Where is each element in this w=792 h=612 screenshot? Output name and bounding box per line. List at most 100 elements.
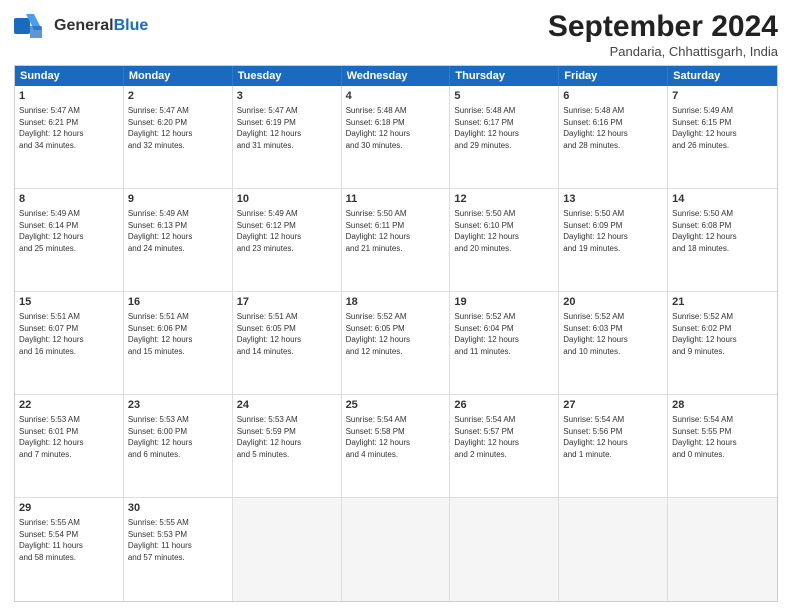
day-info-10: Sunrise: 5:49 AMSunset: 6:12 PMDaylight:… [237, 209, 301, 253]
day-info-9: Sunrise: 5:49 AMSunset: 6:13 PMDaylight:… [128, 209, 192, 253]
day-info-25: Sunrise: 5:54 AMSunset: 5:58 PMDaylight:… [346, 415, 410, 459]
day-number-27: 27 [563, 398, 663, 413]
day-info-5: Sunrise: 5:48 AMSunset: 6:17 PMDaylight:… [454, 106, 518, 150]
day-17: 17 Sunrise: 5:51 AMSunset: 6:05 PMDaylig… [233, 292, 342, 394]
day-empty-2 [342, 498, 451, 601]
day-number-25: 25 [346, 398, 446, 413]
week-row-3: 15 Sunrise: 5:51 AMSunset: 6:07 PMDaylig… [15, 292, 777, 395]
day-25: 25 Sunrise: 5:54 AMSunset: 5:58 PMDaylig… [342, 395, 451, 497]
day-8: 8 Sunrise: 5:49 AMSunset: 6:14 PMDayligh… [15, 189, 124, 291]
day-23: 23 Sunrise: 5:53 AMSunset: 6:00 PMDaylig… [124, 395, 233, 497]
day-info-24: Sunrise: 5:53 AMSunset: 5:59 PMDaylight:… [237, 415, 301, 459]
day-16: 16 Sunrise: 5:51 AMSunset: 6:06 PMDaylig… [124, 292, 233, 394]
day-number-28: 28 [672, 398, 773, 413]
day-empty-4 [559, 498, 668, 601]
day-number-26: 26 [454, 398, 554, 413]
logo-general: General [54, 17, 114, 34]
week-row-5: 29 Sunrise: 5:55 AMSunset: 5:54 PMDaylig… [15, 498, 777, 601]
day-number-16: 16 [128, 295, 228, 310]
day-1: 1 Sunrise: 5:47 AMSunset: 6:21 PMDayligh… [15, 86, 124, 188]
week-row-4: 22 Sunrise: 5:53 AMSunset: 6:01 PMDaylig… [15, 395, 777, 498]
week-row-2: 8 Sunrise: 5:49 AMSunset: 6:14 PMDayligh… [15, 189, 777, 292]
day-number-19: 19 [454, 295, 554, 310]
calendar-header: Sunday Monday Tuesday Wednesday Thursday… [15, 66, 777, 86]
day-30: 30 Sunrise: 5:55 AMSunset: 5:53 PMDaylig… [124, 498, 233, 601]
day-info-28: Sunrise: 5:54 AMSunset: 5:55 PMDaylight:… [672, 415, 736, 459]
day-29: 29 Sunrise: 5:55 AMSunset: 5:54 PMDaylig… [15, 498, 124, 601]
day-info-15: Sunrise: 5:51 AMSunset: 6:07 PMDaylight:… [19, 312, 83, 356]
day-number-11: 11 [346, 192, 446, 207]
day-info-3: Sunrise: 5:47 AMSunset: 6:19 PMDaylight:… [237, 106, 301, 150]
day-13: 13 Sunrise: 5:50 AMSunset: 6:09 PMDaylig… [559, 189, 668, 291]
page: GeneralBlue September 2024 Pandaria, Chh… [0, 0, 792, 612]
day-info-20: Sunrise: 5:52 AMSunset: 6:03 PMDaylight:… [563, 312, 627, 356]
day-number-7: 7 [672, 89, 773, 104]
calendar: Sunday Monday Tuesday Wednesday Thursday… [14, 65, 778, 602]
day-number-20: 20 [563, 295, 663, 310]
day-24: 24 Sunrise: 5:53 AMSunset: 5:59 PMDaylig… [233, 395, 342, 497]
logo: GeneralBlue [14, 10, 148, 42]
day-22: 22 Sunrise: 5:53 AMSunset: 6:01 PMDaylig… [15, 395, 124, 497]
day-10: 10 Sunrise: 5:49 AMSunset: 6:12 PMDaylig… [233, 189, 342, 291]
day-info-29: Sunrise: 5:55 AMSunset: 5:54 PMDaylight:… [19, 518, 83, 562]
header-wednesday: Wednesday [342, 66, 451, 86]
day-empty-1 [233, 498, 342, 601]
day-number-29: 29 [19, 501, 119, 516]
day-9: 9 Sunrise: 5:49 AMSunset: 6:13 PMDayligh… [124, 189, 233, 291]
day-number-30: 30 [128, 501, 228, 516]
day-number-3: 3 [237, 89, 337, 104]
day-19: 19 Sunrise: 5:52 AMSunset: 6:04 PMDaylig… [450, 292, 559, 394]
logo-icon [14, 10, 50, 42]
day-info-27: Sunrise: 5:54 AMSunset: 5:56 PMDaylight:… [563, 415, 627, 459]
day-number-6: 6 [563, 89, 663, 104]
day-27: 27 Sunrise: 5:54 AMSunset: 5:56 PMDaylig… [559, 395, 668, 497]
header-tuesday: Tuesday [233, 66, 342, 86]
header-saturday: Saturday [668, 66, 777, 86]
day-number-22: 22 [19, 398, 119, 413]
day-number-10: 10 [237, 192, 337, 207]
day-18: 18 Sunrise: 5:52 AMSunset: 6:05 PMDaylig… [342, 292, 451, 394]
day-number-17: 17 [237, 295, 337, 310]
day-number-8: 8 [19, 192, 119, 207]
day-4: 4 Sunrise: 5:48 AMSunset: 6:18 PMDayligh… [342, 86, 451, 188]
day-5: 5 Sunrise: 5:48 AMSunset: 6:17 PMDayligh… [450, 86, 559, 188]
month-title: September 2024 [548, 10, 778, 44]
header-friday: Friday [559, 66, 668, 86]
logo-blue: Blue [114, 17, 149, 34]
day-empty-3 [450, 498, 559, 601]
day-info-11: Sunrise: 5:50 AMSunset: 6:11 PMDaylight:… [346, 209, 410, 253]
day-info-13: Sunrise: 5:50 AMSunset: 6:09 PMDaylight:… [563, 209, 627, 253]
day-26: 26 Sunrise: 5:54 AMSunset: 5:57 PMDaylig… [450, 395, 559, 497]
day-info-23: Sunrise: 5:53 AMSunset: 6:00 PMDaylight:… [128, 415, 192, 459]
header-monday: Monday [124, 66, 233, 86]
day-number-2: 2 [128, 89, 228, 104]
header-thursday: Thursday [450, 66, 559, 86]
day-number-14: 14 [672, 192, 773, 207]
day-7: 7 Sunrise: 5:49 AMSunset: 6:15 PMDayligh… [668, 86, 777, 188]
day-info-14: Sunrise: 5:50 AMSunset: 6:08 PMDaylight:… [672, 209, 736, 253]
day-3: 3 Sunrise: 5:47 AMSunset: 6:19 PMDayligh… [233, 86, 342, 188]
day-28: 28 Sunrise: 5:54 AMSunset: 5:55 PMDaylig… [668, 395, 777, 497]
day-info-16: Sunrise: 5:51 AMSunset: 6:06 PMDaylight:… [128, 312, 192, 356]
day-empty-5 [668, 498, 777, 601]
day-info-30: Sunrise: 5:55 AMSunset: 5:53 PMDaylight:… [128, 518, 192, 562]
title-area: September 2024 Pandaria, Chhattisgarh, I… [548, 10, 778, 59]
day-info-6: Sunrise: 5:48 AMSunset: 6:16 PMDaylight:… [563, 106, 627, 150]
day-number-12: 12 [454, 192, 554, 207]
day-info-2: Sunrise: 5:47 AMSunset: 6:20 PMDaylight:… [128, 106, 192, 150]
header: GeneralBlue September 2024 Pandaria, Chh… [14, 10, 778, 59]
location: Pandaria, Chhattisgarh, India [548, 44, 778, 59]
day-20: 20 Sunrise: 5:52 AMSunset: 6:03 PMDaylig… [559, 292, 668, 394]
day-info-4: Sunrise: 5:48 AMSunset: 6:18 PMDaylight:… [346, 106, 410, 150]
day-number-13: 13 [563, 192, 663, 207]
day-15: 15 Sunrise: 5:51 AMSunset: 6:07 PMDaylig… [15, 292, 124, 394]
day-number-5: 5 [454, 89, 554, 104]
day-12: 12 Sunrise: 5:50 AMSunset: 6:10 PMDaylig… [450, 189, 559, 291]
day-info-19: Sunrise: 5:52 AMSunset: 6:04 PMDaylight:… [454, 312, 518, 356]
day-info-7: Sunrise: 5:49 AMSunset: 6:15 PMDaylight:… [672, 106, 736, 150]
day-info-8: Sunrise: 5:49 AMSunset: 6:14 PMDaylight:… [19, 209, 83, 253]
day-info-26: Sunrise: 5:54 AMSunset: 5:57 PMDaylight:… [454, 415, 518, 459]
day-info-21: Sunrise: 5:52 AMSunset: 6:02 PMDaylight:… [672, 312, 736, 356]
day-number-18: 18 [346, 295, 446, 310]
day-number-4: 4 [346, 89, 446, 104]
